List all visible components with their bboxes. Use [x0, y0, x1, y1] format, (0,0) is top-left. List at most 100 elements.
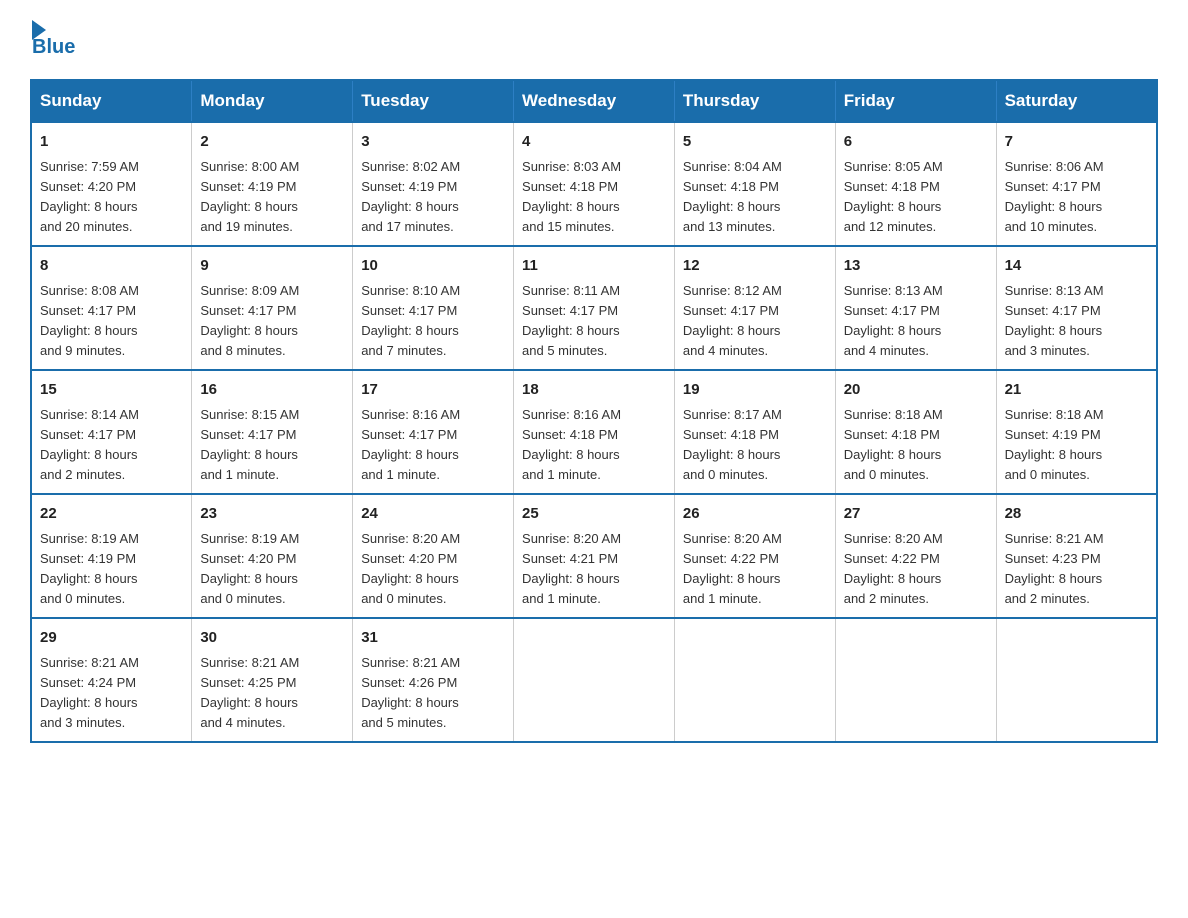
calendar-cell: 3 Sunrise: 8:02 AMSunset: 4:19 PMDaylight…: [353, 122, 514, 246]
calendar-cell: 31Sunrise: 8:21 AMSunset: 4:26 PMDayligh…: [353, 618, 514, 742]
calendar-cell: 12 Sunrise: 8:12 AMSunset: 4:17 PMDayligh…: [674, 246, 835, 370]
day-number: 12: [683, 255, 827, 278]
day-number: 27: [844, 503, 988, 526]
day-info: Sunrise: 8:03 AMSunset: 4:18 PMDaylight:…: [522, 157, 666, 238]
calendar-cell: 19 Sunrise: 8:17 AMSunset: 4:18 PMDayligh…: [674, 370, 835, 494]
day-number: 13: [844, 255, 988, 278]
day-number: 1: [40, 131, 183, 154]
calendar-cell: 20 Sunrise: 8:18 AMSunset: 4:18 PMDayligh…: [835, 370, 996, 494]
calendar-cell: 27 Sunrise: 8:20 AMSunset: 4:22 PMDayligh…: [835, 494, 996, 618]
logo: Blue: [30, 20, 75, 59]
calendar-cell: 1 Sunrise: 7:59 AMSunset: 4:20 PMDaylight…: [31, 122, 192, 246]
day-number: 7: [1005, 131, 1148, 154]
calendar-cell: 15 Sunrise: 8:14 AMSunset: 4:17 PMDayligh…: [31, 370, 192, 494]
day-number: 14: [1005, 255, 1148, 278]
calendar-cell: 8 Sunrise: 8:08 AMSunset: 4:17 PMDaylight…: [31, 246, 192, 370]
day-info: Sunrise: 8:08 AMSunset: 4:17 PMDaylight:…: [40, 281, 183, 362]
calendar-week-row: 8 Sunrise: 8:08 AMSunset: 4:17 PMDaylight…: [31, 246, 1157, 370]
calendar-cell: 16 Sunrise: 8:15 AMSunset: 4:17 PMDayligh…: [192, 370, 353, 494]
day-number: 16: [200, 379, 344, 402]
day-info: Sunrise: 8:06 AMSunset: 4:17 PMDaylight:…: [1005, 157, 1148, 238]
day-info: Sunrise: 7:59 AMSunset: 4:20 PMDaylight:…: [40, 157, 183, 238]
day-number: 25: [522, 503, 666, 526]
day-info: Sunrise: 8:21 AMSunset: 4:24 PMDaylight:…: [40, 653, 183, 734]
day-number: 8: [40, 255, 183, 278]
day-number: 21: [1005, 379, 1148, 402]
day-info: Sunrise: 8:16 AMSunset: 4:17 PMDaylight:…: [361, 405, 505, 486]
day-info: Sunrise: 8:21 AMSunset: 4:23 PMDaylight:…: [1005, 529, 1148, 610]
calendar-cell: 25 Sunrise: 8:20 AMSunset: 4:21 PMDayligh…: [514, 494, 675, 618]
calendar-table: SundayMondayTuesdayWednesdayThursdayFrid…: [30, 79, 1158, 743]
day-number: 15: [40, 379, 183, 402]
weekday-header-row: SundayMondayTuesdayWednesdayThursdayFrid…: [31, 80, 1157, 122]
day-info: Sunrise: 8:19 AMSunset: 4:20 PMDaylight:…: [200, 529, 344, 610]
day-info: Sunrise: 8:13 AMSunset: 4:17 PMDaylight:…: [1005, 281, 1148, 362]
day-info: Sunrise: 8:18 AMSunset: 4:18 PMDaylight:…: [844, 405, 988, 486]
day-info: Sunrise: 8:00 AMSunset: 4:19 PMDaylight:…: [200, 157, 344, 238]
calendar-cell: 17Sunrise: 8:16 AMSunset: 4:17 PMDayligh…: [353, 370, 514, 494]
day-number: 26: [683, 503, 827, 526]
day-info: Sunrise: 8:20 AMSunset: 4:22 PMDaylight:…: [683, 529, 827, 610]
day-info: Sunrise: 8:18 AMSunset: 4:19 PMDaylight:…: [1005, 405, 1148, 486]
day-info: Sunrise: 8:20 AMSunset: 4:21 PMDaylight:…: [522, 529, 666, 610]
day-info: Sunrise: 8:17 AMSunset: 4:18 PMDaylight:…: [683, 405, 827, 486]
day-number: 23: [200, 503, 344, 526]
day-info: Sunrise: 8:20 AMSunset: 4:22 PMDaylight:…: [844, 529, 988, 610]
calendar-cell: 5Sunrise: 8:04 AMSunset: 4:18 PMDaylight…: [674, 122, 835, 246]
calendar-week-row: 22Sunrise: 8:19 AMSunset: 4:19 PMDayligh…: [31, 494, 1157, 618]
calendar-cell: 10Sunrise: 8:10 AMSunset: 4:17 PMDayligh…: [353, 246, 514, 370]
day-info: Sunrise: 8:11 AMSunset: 4:17 PMDaylight:…: [522, 281, 666, 362]
day-number: 28: [1005, 503, 1148, 526]
day-number: 2: [200, 131, 344, 154]
weekday-header-tuesday: Tuesday: [353, 80, 514, 122]
day-number: 19: [683, 379, 827, 402]
day-info: Sunrise: 8:13 AMSunset: 4:17 PMDaylight:…: [844, 281, 988, 362]
calendar-week-row: 15 Sunrise: 8:14 AMSunset: 4:17 PMDayligh…: [31, 370, 1157, 494]
calendar-cell: 14 Sunrise: 8:13 AMSunset: 4:17 PMDayligh…: [996, 246, 1157, 370]
weekday-header-monday: Monday: [192, 80, 353, 122]
day-number: 3: [361, 131, 505, 154]
calendar-cell: 28 Sunrise: 8:21 AMSunset: 4:23 PMDayligh…: [996, 494, 1157, 618]
day-number: 18: [522, 379, 666, 402]
calendar-cell: [674, 618, 835, 742]
day-info: Sunrise: 8:14 AMSunset: 4:17 PMDaylight:…: [40, 405, 183, 486]
weekday-header-sunday: Sunday: [31, 80, 192, 122]
page-header: Blue: [30, 20, 1158, 59]
calendar-cell: 22Sunrise: 8:19 AMSunset: 4:19 PMDayligh…: [31, 494, 192, 618]
day-info: Sunrise: 8:12 AMSunset: 4:17 PMDaylight:…: [683, 281, 827, 362]
calendar-week-row: 29 Sunrise: 8:21 AMSunset: 4:24 PMDayligh…: [31, 618, 1157, 742]
day-info: Sunrise: 8:10 AMSunset: 4:17 PMDaylight:…: [361, 281, 505, 362]
day-number: 20: [844, 379, 988, 402]
day-number: 4: [522, 131, 666, 154]
calendar-cell: 24Sunrise: 8:20 AMSunset: 4:20 PMDayligh…: [353, 494, 514, 618]
day-number: 9: [200, 255, 344, 278]
weekday-header-thursday: Thursday: [674, 80, 835, 122]
calendar-cell: 4 Sunrise: 8:03 AMSunset: 4:18 PMDaylight…: [514, 122, 675, 246]
day-info: Sunrise: 8:21 AMSunset: 4:26 PMDaylight:…: [361, 653, 505, 734]
calendar-cell: 6 Sunrise: 8:05 AMSunset: 4:18 PMDaylight…: [835, 122, 996, 246]
calendar-cell: 26 Sunrise: 8:20 AMSunset: 4:22 PMDayligh…: [674, 494, 835, 618]
day-info: Sunrise: 8:04 AMSunset: 4:18 PMDaylight:…: [683, 157, 827, 238]
calendar-cell: 23 Sunrise: 8:19 AMSunset: 4:20 PMDayligh…: [192, 494, 353, 618]
day-info: Sunrise: 8:21 AMSunset: 4:25 PMDaylight:…: [200, 653, 344, 734]
calendar-week-row: 1 Sunrise: 7:59 AMSunset: 4:20 PMDaylight…: [31, 122, 1157, 246]
weekday-header-saturday: Saturday: [996, 80, 1157, 122]
calendar-cell: 29 Sunrise: 8:21 AMSunset: 4:24 PMDayligh…: [31, 618, 192, 742]
calendar-cell: 21 Sunrise: 8:18 AMSunset: 4:19 PMDayligh…: [996, 370, 1157, 494]
day-info: Sunrise: 8:15 AMSunset: 4:17 PMDaylight:…: [200, 405, 344, 486]
day-info: Sunrise: 8:16 AMSunset: 4:18 PMDaylight:…: [522, 405, 666, 486]
day-info: Sunrise: 8:09 AMSunset: 4:17 PMDaylight:…: [200, 281, 344, 362]
calendar-cell: 30 Sunrise: 8:21 AMSunset: 4:25 PMDayligh…: [192, 618, 353, 742]
day-number: 6: [844, 131, 988, 154]
day-info: Sunrise: 8:20 AMSunset: 4:20 PMDaylight:…: [361, 529, 505, 610]
weekday-header-friday: Friday: [835, 80, 996, 122]
day-info: Sunrise: 8:02 AMSunset: 4:19 PMDaylight:…: [361, 157, 505, 238]
calendar-cell: 2 Sunrise: 8:00 AMSunset: 4:19 PMDaylight…: [192, 122, 353, 246]
day-number: 30: [200, 627, 344, 650]
calendar-cell: [835, 618, 996, 742]
day-number: 29: [40, 627, 183, 650]
weekday-header-wednesday: Wednesday: [514, 80, 675, 122]
day-info: Sunrise: 8:05 AMSunset: 4:18 PMDaylight:…: [844, 157, 988, 238]
calendar-cell: 9 Sunrise: 8:09 AMSunset: 4:17 PMDaylight…: [192, 246, 353, 370]
calendar-cell: [514, 618, 675, 742]
